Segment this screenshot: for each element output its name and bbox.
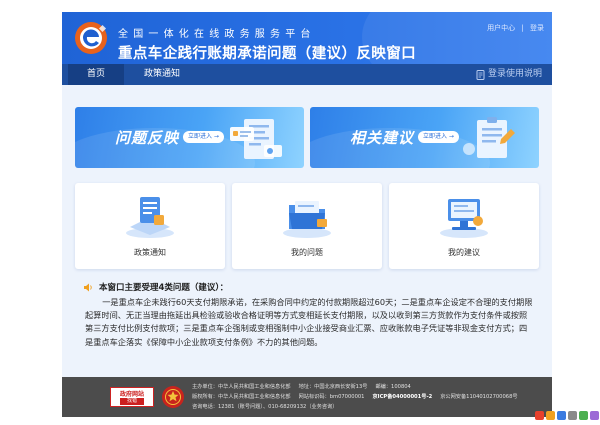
suggestion-enter-button[interactable]: 立即进入 →	[418, 131, 459, 143]
footer-value: bm07000001	[329, 394, 365, 400]
footer-label: 主办单位：	[192, 384, 218, 390]
footer-label: 地址：	[298, 384, 315, 390]
sogou-input-icon[interactable]	[535, 410, 544, 420]
problem-report-banner[interactable]: 问题反映 立即进入 →	[75, 107, 304, 168]
badge-bottom-text: 找错	[120, 398, 144, 405]
footer-value: 中华人民共和国工业和信息化部	[217, 394, 291, 400]
skin-icon[interactable]	[579, 410, 588, 420]
page-title: 重点车企践行账期承诺问题（建议）反映窗口	[118, 46, 416, 62]
footer-value: 中国北京西长安街13号	[314, 384, 368, 390]
footer-value: 中华人民共和国工业和信息化部	[217, 384, 291, 390]
gov-site-error-report-badge[interactable]: 政府网站 找错	[110, 387, 154, 407]
login-guide-label: 登录使用说明	[487, 69, 542, 79]
party-government-site-emblem-icon[interactable]	[161, 385, 185, 409]
keyboard-icon[interactable]	[568, 410, 577, 420]
problem-report-title: 问题反映	[115, 129, 180, 147]
footer-value: 100804	[391, 384, 411, 390]
header-link-separator: |	[521, 24, 524, 32]
card-my-problems[interactable]: 我的问题	[232, 183, 382, 269]
suggestion-banner[interactable]: 相关建议 立即进入 →	[310, 107, 539, 168]
folder-illustration-icon	[283, 201, 331, 238]
card-my-problems-label: 我的问题	[291, 248, 323, 257]
notice-body: 一是重点车企未践行60天支付期限承诺，在采购合同中约定的付款期限超过60天；二是…	[85, 297, 533, 347]
footer-line-sponsor: 主办单位：中华人民共和国工业和信息化部 地址：中国北京西长安街13号 邮编：1008…	[192, 382, 518, 392]
footer-info: 主办单位：中华人民共和国工业和信息化部 地址：中国北京西长安街13号 邮编：1008…	[192, 382, 518, 412]
voice-icon[interactable]	[557, 410, 566, 420]
public-security-record-link[interactable]: 京公网安备11040102700068号	[440, 394, 517, 400]
footer-label: 网站标识码：	[298, 394, 330, 400]
document-icon	[476, 69, 485, 80]
icp-record-link[interactable]: 京ICP备04000001号-2	[372, 394, 432, 400]
form-document-illustration-icon	[230, 119, 282, 159]
site-header: 全国一体化在线政务服务平台 重点车企践行账期承诺问题（建议）反映窗口 用户中心 …	[62, 12, 552, 64]
footer-label: 邮编：	[375, 384, 392, 390]
floating-toolbar	[535, 409, 599, 421]
policy-document-illustration-icon	[126, 197, 174, 238]
platform-subtitle: 全国一体化在线政务服务平台	[118, 29, 316, 40]
site-footer: 政府网站 找错 主办单位：中华人民共和国工业和信息化部 地址：中国北京西长安街13…	[62, 377, 552, 417]
login-link[interactable]: 登录	[530, 24, 544, 32]
badge-top-text: 政府网站	[119, 391, 144, 398]
footer-line-copyright: 版权所有：中华人民共和国工业和信息化部 网站标识码：bm07000001 京ICP备…	[192, 392, 518, 402]
emoji-icon[interactable]	[546, 410, 555, 420]
header-links: 用户中心 | 登录	[487, 23, 544, 33]
page: 全国一体化在线政务服务平台 重点车企践行账期承诺问题（建议）反映窗口 用户中心 …	[0, 0, 600, 425]
nav-item-home[interactable]: 首页	[68, 64, 124, 85]
main-nav: 首页 政策通知 登录使用说明	[62, 64, 552, 85]
monitor-illustration-icon	[440, 199, 488, 238]
platform-logo-icon	[75, 22, 107, 54]
suggestion-title: 相关建议	[350, 129, 415, 147]
toolbox-icon[interactable]	[590, 410, 599, 420]
main-content: 问题反映 立即进入 → 相关建议 立即进入 → 政策通知 我的问题 我的建议 本…	[62, 85, 552, 377]
card-policy-notice[interactable]: 政策通知	[75, 183, 225, 269]
login-guide-link[interactable]: 登录使用说明	[476, 64, 542, 85]
notice-header: 本窗口主要受理4类问题（建议）：	[83, 281, 228, 293]
nav-item-policy-notice[interactable]: 政策通知	[134, 64, 190, 85]
user-center-link[interactable]: 用户中心	[487, 24, 515, 32]
footer-value: 12381（账号问题）、010-68209132（业务咨询）	[217, 404, 338, 410]
card-policy-notice-label: 政策通知	[134, 248, 166, 257]
scope-notice: 本窗口主要受理4类问题（建议）： 一是重点车企未践行60天支付期限承诺，在采购合…	[75, 273, 539, 369]
footer-line-hotline: 咨询电话：12381（账号问题）、010-68209132（业务咨询）	[192, 402, 518, 412]
speaker-icon	[84, 283, 92, 291]
problem-report-enter-button[interactable]: 立即进入 →	[183, 131, 224, 143]
notice-title: 本窗口主要受理4类问题（建议）：	[99, 283, 229, 293]
card-my-suggestions[interactable]: 我的建议	[389, 183, 539, 269]
footer-label: 咨询电话：	[192, 404, 218, 410]
footer-label: 版权所有：	[192, 394, 218, 400]
card-my-suggestions-label: 我的建议	[448, 248, 480, 257]
clipboard-illustration-icon	[463, 117, 515, 158]
